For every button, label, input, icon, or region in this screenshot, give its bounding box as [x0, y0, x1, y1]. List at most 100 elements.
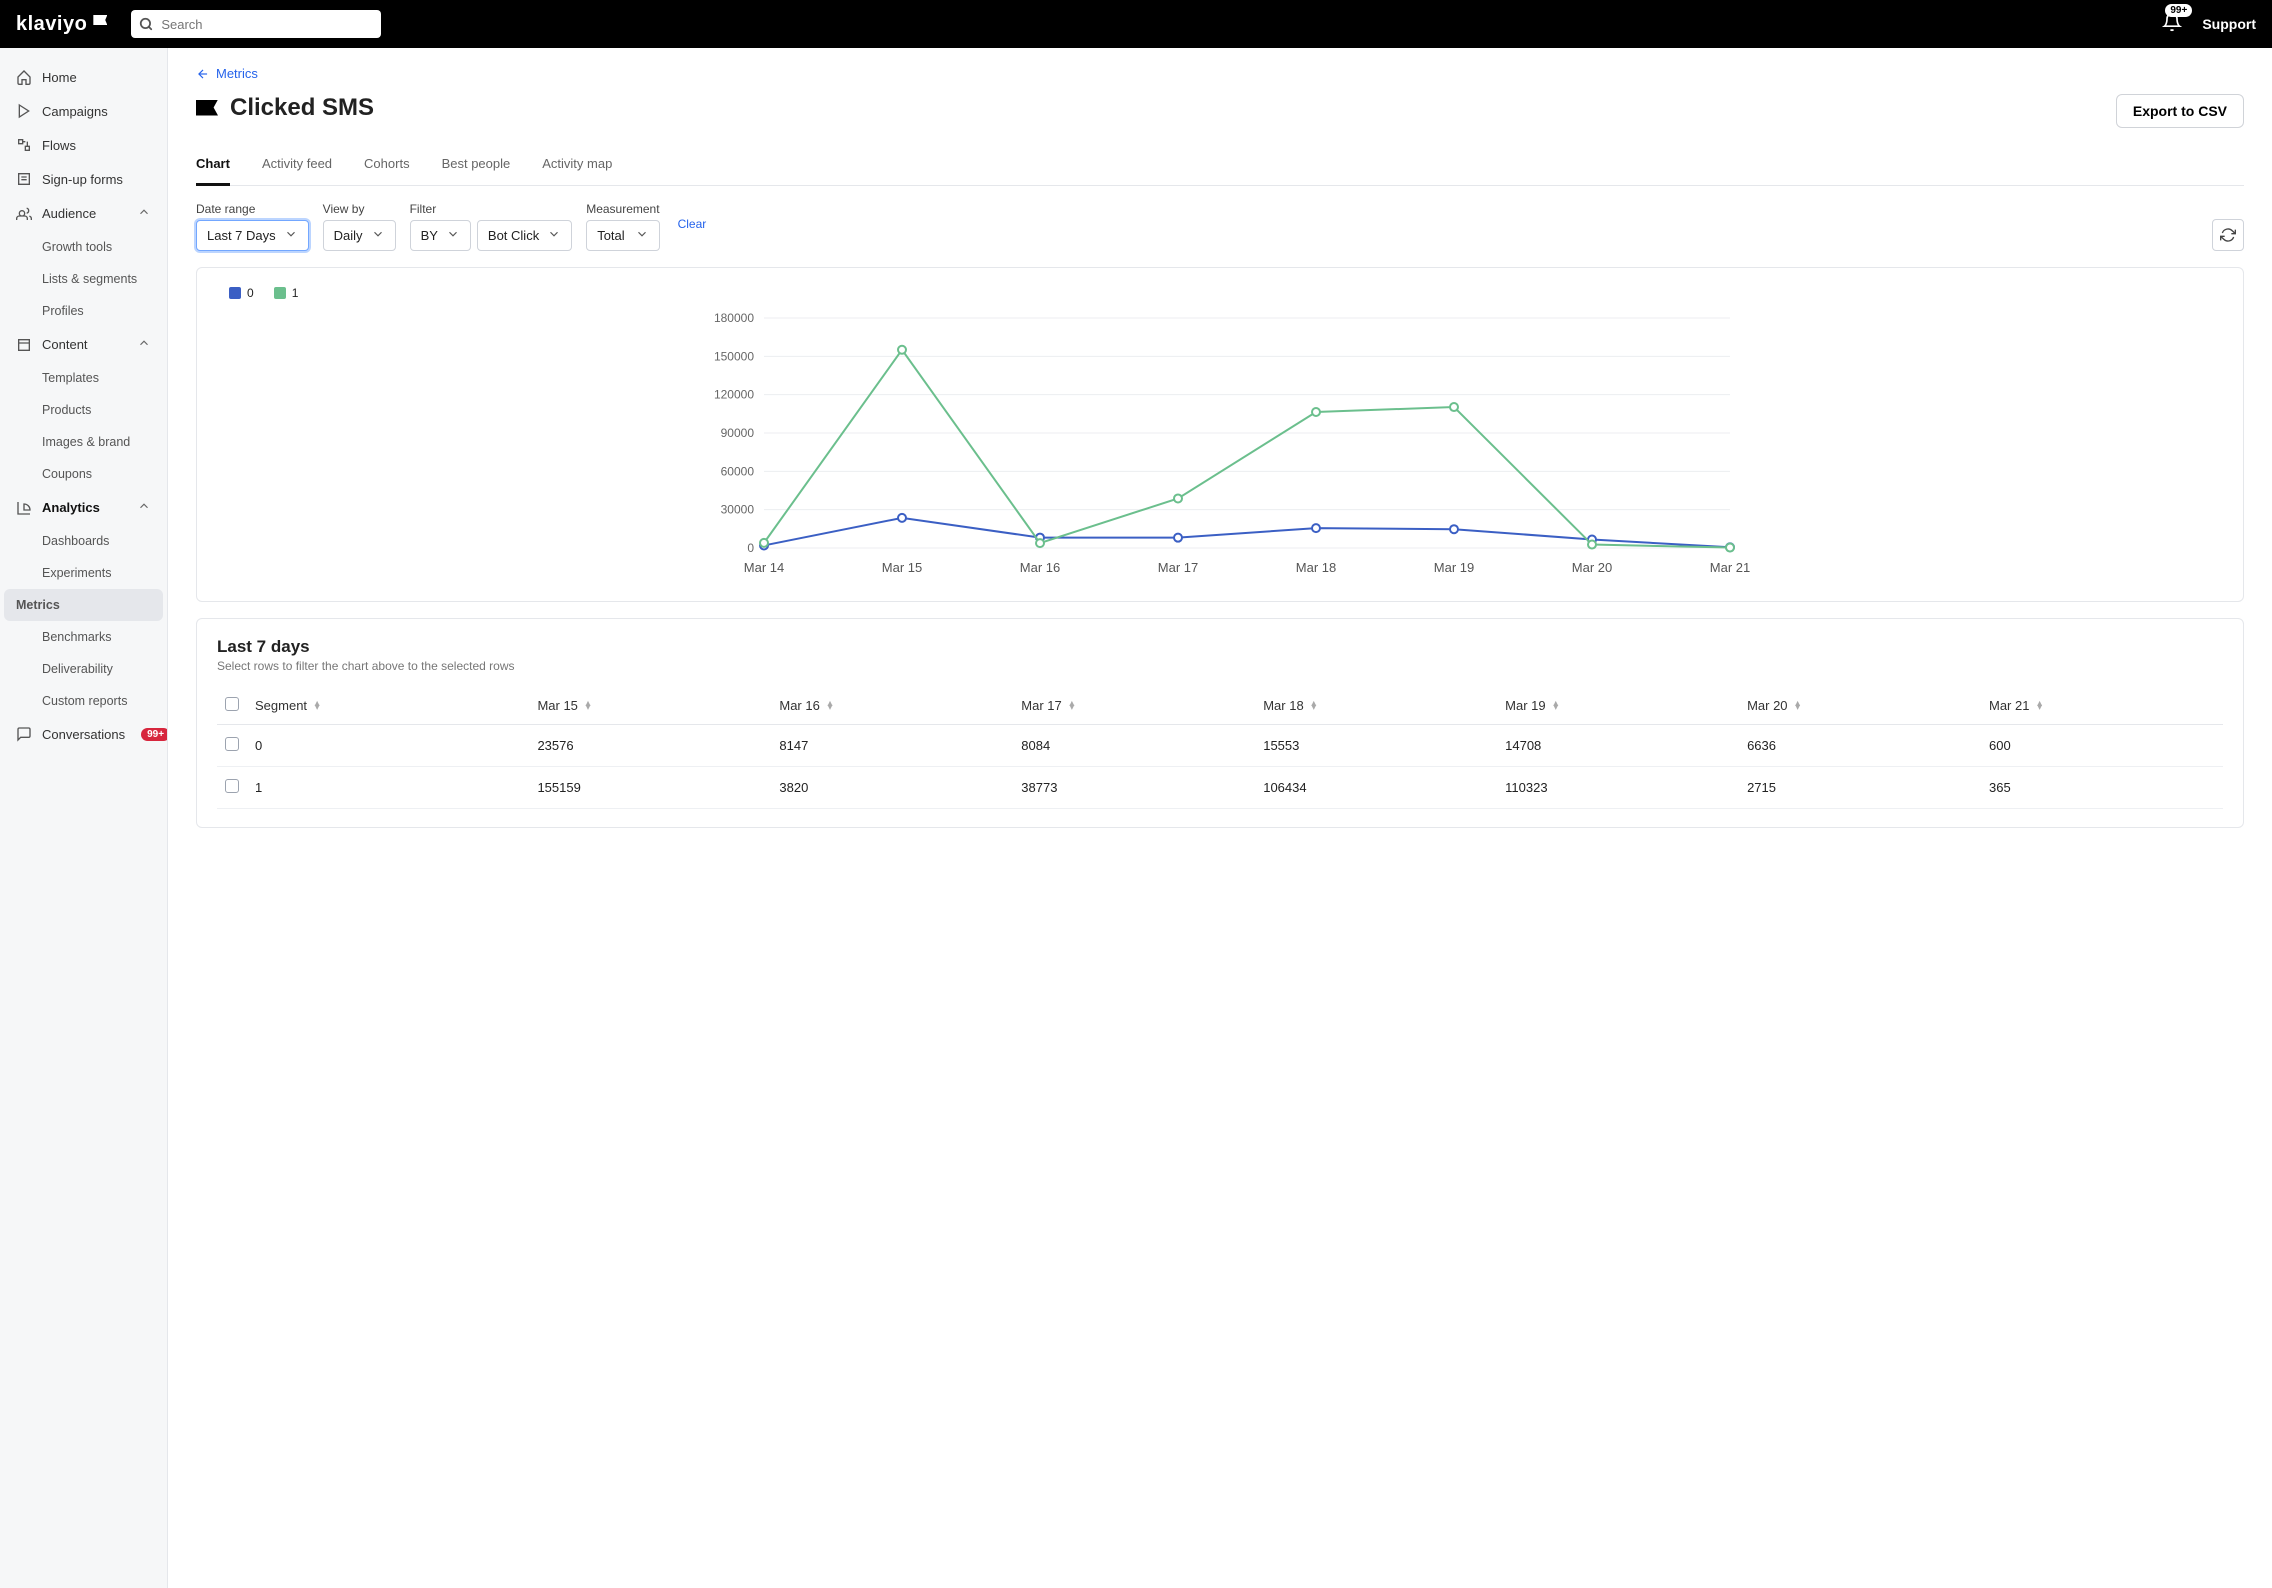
sidebar-item-label: Audience	[42, 206, 96, 221]
sidebar-badge: 99+	[141, 728, 168, 741]
legend-item[interactable]: 1	[274, 286, 299, 300]
col-date[interactable]: Mar 15 ▴▾	[529, 687, 771, 725]
sidebar-item-conversations[interactable]: Conversations 99+	[0, 717, 167, 751]
date-range-select[interactable]: Last 7 Days	[196, 220, 309, 251]
home-icon	[16, 69, 32, 85]
tab-best-people[interactable]: Best people	[442, 146, 511, 185]
refresh-button[interactable]	[2212, 219, 2244, 251]
sidebar-item-home[interactable]: Home	[0, 60, 167, 94]
col-date[interactable]: Mar 21 ▴▾	[1981, 687, 2223, 725]
search-wrap	[131, 10, 381, 38]
view-by-select[interactable]: Daily	[323, 220, 396, 251]
tab-cohorts[interactable]: Cohorts	[364, 146, 410, 185]
col-date[interactable]: Mar 16 ▴▾	[771, 687, 1013, 725]
date-range-label: Date range	[196, 202, 309, 216]
sidebar-item-templates[interactable]: Templates	[0, 362, 167, 394]
sidebar-item-campaigns[interactable]: Campaigns	[0, 94, 167, 128]
sidebar-item-label: Custom reports	[42, 694, 127, 708]
filter-by-select[interactable]: BY	[410, 220, 471, 251]
cell-value: 8147	[771, 724, 1013, 766]
sidebar-item-analytics[interactable]: Analytics	[0, 490, 167, 525]
cell-value: 3820	[771, 766, 1013, 808]
sidebar-item-dashboards[interactable]: Dashboards	[0, 525, 167, 557]
data-table: Segment ▴▾Mar 15 ▴▾Mar 16 ▴▾Mar 17 ▴▾Mar…	[217, 687, 2223, 809]
logo[interactable]: klaviyo	[16, 13, 107, 36]
sidebar: HomeCampaigns Flows Sign-up forms Audience G…	[0, 48, 168, 1588]
col-date[interactable]: Mar 19 ▴▾	[1497, 687, 1739, 725]
table-row: 0235768147808415553147086636600	[217, 724, 2223, 766]
cell-value: 110323	[1497, 766, 1739, 808]
legend-swatch	[229, 287, 241, 299]
sidebar-item-label: Growth tools	[42, 240, 112, 254]
sidebar-item-flows[interactable]: Flows	[0, 128, 167, 162]
svg-text:0: 0	[747, 541, 754, 555]
bell-icon	[2162, 19, 2182, 36]
conversations-icon	[16, 726, 32, 742]
table-row: 11551593820387731064341103232715365	[217, 766, 2223, 808]
col-date[interactable]: Mar 17 ▴▾	[1013, 687, 1255, 725]
svg-text:180000: 180000	[714, 311, 754, 325]
sidebar-item-content[interactable]: Content	[0, 327, 167, 362]
tabs: Chart Activity feed Cohorts Best people Acti…	[196, 146, 2244, 186]
sidebar-item-audience[interactable]: Audience	[0, 196, 167, 231]
cell-segment: 0	[247, 724, 529, 766]
cell-value: 14708	[1497, 724, 1739, 766]
sidebar-item-images-brand[interactable]: Images & brand	[0, 426, 167, 458]
breadcrumb-back[interactable]: Metrics	[196, 66, 258, 81]
support-link[interactable]: Support	[2202, 16, 2256, 32]
chart-card: 01 0300006000090000120000150000180000Mar…	[196, 267, 2244, 602]
row-checkbox[interactable]	[225, 779, 239, 793]
select-all-checkbox[interactable]	[225, 697, 239, 711]
tab-activity-map[interactable]: Activity map	[542, 146, 612, 185]
cell-value: 8084	[1013, 724, 1255, 766]
clear-filters-link[interactable]: Clear	[678, 217, 707, 235]
cell-value: 23576	[529, 724, 771, 766]
sidebar-item-deliverability[interactable]: Deliverability	[0, 653, 167, 685]
svg-text:60000: 60000	[721, 464, 755, 478]
svg-text:Mar 21: Mar 21	[1710, 560, 1750, 575]
sidebar-item-label: Experiments	[42, 566, 111, 580]
col-segment[interactable]: Segment ▴▾	[247, 687, 529, 725]
sidebar-item-label: Conversations	[42, 727, 125, 742]
tab-activity-feed[interactable]: Activity feed	[262, 146, 332, 185]
cell-value: 38773	[1013, 766, 1255, 808]
table-card: Last 7 days Select rows to filter the ch…	[196, 618, 2244, 828]
filters-row: Date range Last 7 Days View by Daily Fil…	[196, 202, 2244, 251]
table-subtitle: Select rows to filter the chart above to…	[217, 659, 2223, 673]
sidebar-item-benchmarks[interactable]: Benchmarks	[0, 621, 167, 653]
svg-text:Mar 15: Mar 15	[882, 560, 922, 575]
sidebar-item-label: Coupons	[42, 467, 92, 481]
export-csv-button[interactable]: Export to CSV	[2116, 94, 2244, 128]
measurement-select[interactable]: Total	[586, 220, 659, 251]
sidebar-item-products[interactable]: Products	[0, 394, 167, 426]
sidebar-item-label: Flows	[42, 138, 76, 153]
breadcrumb-label: Metrics	[216, 66, 258, 81]
sidebar-item-label: Analytics	[42, 500, 100, 515]
sidebar-item-sign-up-forms[interactable]: Sign-up forms	[0, 162, 167, 196]
sidebar-item-profiles[interactable]: Profiles	[0, 295, 167, 327]
sidebar-item-coupons[interactable]: Coupons	[0, 458, 167, 490]
notifications-button[interactable]: 99+	[2162, 12, 2182, 37]
view-by-label: View by	[323, 202, 396, 216]
sidebar-item-growth-tools[interactable]: Growth tools	[0, 231, 167, 263]
tab-chart[interactable]: Chart	[196, 146, 230, 186]
line-chart: 0300006000090000120000150000180000Mar 14…	[217, 308, 2223, 583]
filter-value-select[interactable]: Bot Click	[477, 220, 572, 251]
col-date[interactable]: Mar 20 ▴▾	[1739, 687, 1981, 725]
cell-segment: 1	[247, 766, 529, 808]
col-date[interactable]: Mar 18 ▴▾	[1255, 687, 1497, 725]
svg-text:150000: 150000	[714, 349, 754, 363]
chart-legend: 01	[217, 286, 2223, 300]
sidebar-item-lists-segments[interactable]: Lists & segments	[0, 263, 167, 295]
svg-text:Mar 14: Mar 14	[744, 560, 784, 575]
sidebar-item-label: Deliverability	[42, 662, 113, 676]
sidebar-item-metrics[interactable]: Metrics	[4, 589, 163, 621]
search-input[interactable]	[131, 10, 381, 38]
cell-value: 155159	[529, 766, 771, 808]
sidebar-item-label: Benchmarks	[42, 630, 111, 644]
cell-value: 2715	[1739, 766, 1981, 808]
legend-item[interactable]: 0	[229, 286, 254, 300]
sidebar-item-experiments[interactable]: Experiments	[0, 557, 167, 589]
row-checkbox[interactable]	[225, 737, 239, 751]
sidebar-item-custom-reports[interactable]: Custom reports	[0, 685, 167, 717]
